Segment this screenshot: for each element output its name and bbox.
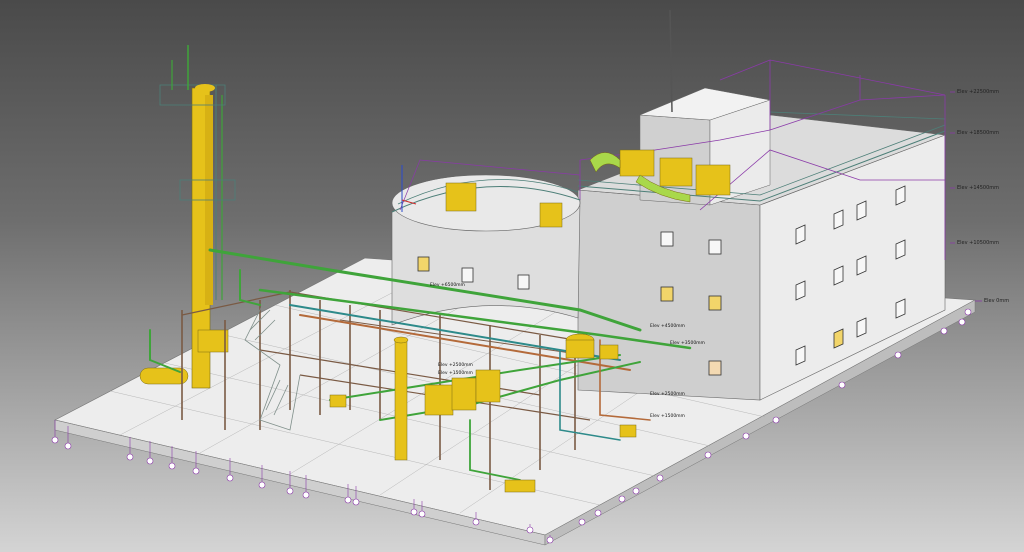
elevation-label: Elev +10500mm	[957, 240, 999, 246]
cylindrical-building	[391, 159, 581, 326]
elevation-label: Elev +14500mm	[957, 185, 999, 191]
elevation-tag: Elev +3500mm	[670, 340, 705, 346]
plant-3d-model-viewport[interactable]: Elev +22500mm Elev +18500mm Elev +14500m…	[0, 0, 1024, 552]
elevation-tag: Elev +1500mm	[650, 413, 685, 419]
elevation-label: Elev 0mm	[984, 298, 1009, 304]
elevation-tag: Elev +2500mm	[650, 391, 685, 397]
elevation-markers: Elev +22500mm Elev +18500mm Elev +14500m…	[950, 89, 1009, 304]
elevation-label: Elev +18500mm	[957, 130, 999, 136]
elevation-tag: Elev +4500mm	[650, 323, 685, 329]
elevation-tag: Elev +6500mm	[430, 282, 465, 288]
elevation-tag: Elev +2500mm	[438, 362, 473, 368]
elevation-tag: Elev +1500mm	[438, 370, 473, 376]
process-column	[139, 45, 236, 389]
elevation-label: Elev +22500mm	[957, 89, 999, 95]
